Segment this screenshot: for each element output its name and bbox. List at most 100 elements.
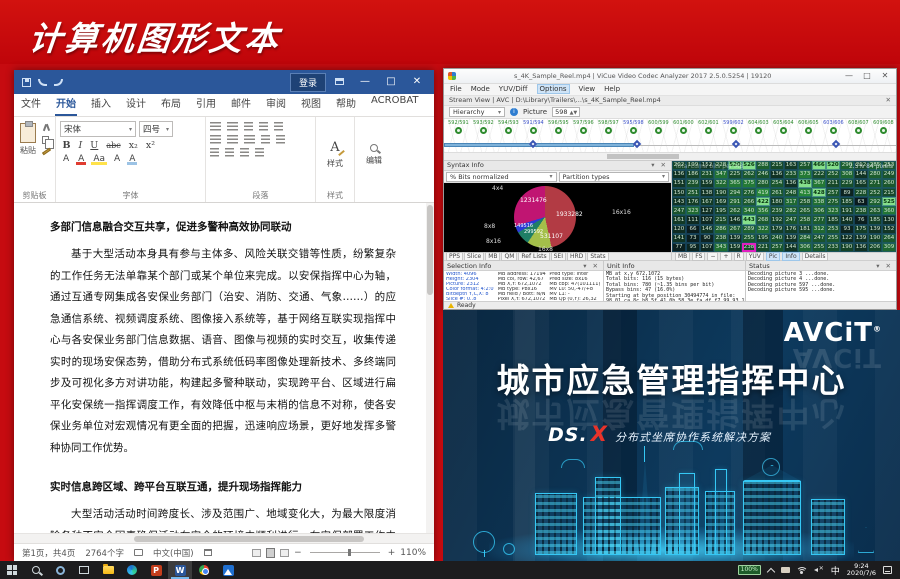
- mb-cell[interactable]: 356: [756, 206, 770, 215]
- multilevel-list-icon[interactable]: [244, 122, 253, 131]
- mb-cell[interactable]: 144: [784, 243, 798, 252]
- mb-cell[interactable]: 267: [728, 225, 742, 234]
- syntax-tab-ref-lists[interactable]: Ref Lists: [518, 252, 549, 261]
- mb-cell[interactable]: 284: [798, 234, 812, 243]
- menu-options[interactable]: Options: [537, 84, 570, 94]
- mb-cell[interactable]: 161: [672, 215, 686, 224]
- tab-ACROBAT[interactable]: ACROBAT: [370, 91, 420, 116]
- mb-cell[interactable]: 248: [784, 188, 798, 197]
- mb-cell[interactable]: 520: [826, 161, 840, 170]
- mb-cell[interactable]: 136: [770, 170, 784, 179]
- syntax-tab-sei[interactable]: SEI: [551, 252, 566, 261]
- timeline-progress[interactable]: [444, 143, 634, 147]
- menu-file[interactable]: File: [450, 85, 462, 93]
- hidden-icons-chevron[interactable]: [767, 567, 775, 575]
- frame-595/598[interactable]: 595/598: [621, 120, 646, 134]
- mb-cell[interactable]: 247: [784, 215, 798, 224]
- mb-cell[interactable]: 240: [770, 234, 784, 243]
- mb-cell[interactable]: 138: [700, 188, 714, 197]
- mb-cell[interactable]: 186: [686, 170, 700, 179]
- mb-cell[interactable]: 419: [756, 188, 770, 197]
- panel-controls[interactable]: ▾ ✕: [651, 161, 668, 169]
- mb-cell[interactable]: 276: [742, 188, 756, 197]
- wifi-icon[interactable]: [797, 567, 807, 574]
- mb-cell[interactable]: 225: [728, 170, 742, 179]
- mb-cell[interactable]: 280: [868, 170, 882, 179]
- focus-icon[interactable]: [204, 549, 212, 556]
- task-view-button[interactable]: [72, 561, 96, 579]
- mb-cell[interactable]: 347: [714, 170, 728, 179]
- chrome-button[interactable]: [192, 561, 216, 579]
- mb-cell[interactable]: 144: [854, 170, 868, 179]
- mb-cell[interactable]: 254: [770, 179, 784, 188]
- mb-cell[interactable]: 338: [812, 197, 826, 206]
- bframe-marker[interactable]: [633, 140, 641, 148]
- frame-605/604[interactable]: 605/604: [771, 120, 796, 134]
- mb-cell[interactable]: 306: [798, 243, 812, 252]
- proofing-icon[interactable]: [134, 549, 143, 556]
- mb-cell[interactable]: 229: [840, 179, 854, 188]
- mb-cell[interactable]: 77: [672, 243, 686, 252]
- increase-indent-icon[interactable]: [274, 122, 283, 131]
- analyzer-close[interactable]: ✕: [878, 71, 892, 80]
- justify-icon[interactable]: [261, 135, 270, 144]
- mb-cell[interactable]: 76: [854, 215, 868, 224]
- format-button-abc[interactable]: abc: [104, 141, 123, 150]
- hierarchy-select[interactable]: Hierarchy▾: [449, 107, 505, 117]
- word-button[interactable]: W: [168, 561, 192, 579]
- menu-help[interactable]: Help: [604, 85, 620, 93]
- bframe-marker[interactable]: [732, 140, 740, 148]
- mb-cell[interactable]: 289: [742, 225, 756, 234]
- mb-cell[interactable]: 308: [840, 170, 854, 179]
- copy-icon[interactable]: [42, 136, 49, 144]
- timeline-scrollbar[interactable]: [444, 153, 896, 161]
- mb-cell[interactable]: 309: [882, 243, 896, 252]
- mb-cell[interactable]: 163: [784, 161, 798, 170]
- mb-cell[interactable]: 140: [840, 215, 854, 224]
- mb-cell[interactable]: 192: [770, 215, 784, 224]
- volume-muted-icon[interactable]: [814, 566, 824, 574]
- mb-cell[interactable]: 253: [826, 225, 840, 234]
- font-style-button-1[interactable]: A: [75, 154, 87, 164]
- frame-596/595[interactable]: 596/595: [546, 120, 571, 134]
- numbering-icon[interactable]: [227, 122, 238, 131]
- frame-608/607[interactable]: 608/607: [846, 120, 871, 134]
- mb-cell[interactable]: 525: [882, 197, 896, 206]
- frame-598/597[interactable]: 598/597: [596, 120, 621, 134]
- battery-indicator[interactable]: 100%: [738, 565, 761, 575]
- mb-cell[interactable]: 111: [686, 215, 700, 224]
- mb-cell[interactable]: 526: [742, 161, 756, 170]
- mb-cell[interactable]: 322: [714, 179, 728, 188]
- mb-cell[interactable]: 175: [854, 225, 868, 234]
- mb-cell[interactable]: 286: [714, 225, 728, 234]
- mb-cell[interactable]: 233: [784, 170, 798, 179]
- edge-button[interactable]: [120, 561, 144, 579]
- mb-cell[interactable]: 292: [868, 197, 882, 206]
- syntax-tab-stats[interactable]: Stats: [587, 252, 608, 261]
- tab-文件[interactable]: 文件: [20, 91, 42, 116]
- mb-cell[interactable]: 264: [882, 234, 896, 243]
- undo-icon[interactable]: [38, 79, 47, 86]
- language-indicator[interactable]: 中文(中国): [153, 547, 194, 559]
- mb-cell[interactable]: 238: [742, 243, 756, 252]
- mb-cell[interactable]: 176: [686, 197, 700, 206]
- mb-cell[interactable]: 195: [756, 234, 770, 243]
- doc-heading-2[interactable]: 实时信息跨区域、跨平台互联互通，提升现场指挥能力: [50, 479, 396, 494]
- frame-600/599[interactable]: 600/599: [646, 120, 671, 134]
- mb-cell[interactable]: 438: [798, 179, 812, 188]
- mb-cell[interactable]: 185: [868, 215, 882, 224]
- decrease-indent-icon[interactable]: [259, 122, 268, 131]
- mb-cell[interactable]: 222: [812, 170, 826, 179]
- tab-邮件[interactable]: 邮件: [230, 91, 252, 116]
- font-style-button-0[interactable]: A: [60, 154, 72, 164]
- mb-cell[interactable]: 238: [714, 234, 728, 243]
- tab-设计[interactable]: 设计: [125, 91, 147, 116]
- mb-cell[interactable]: 167: [700, 197, 714, 206]
- mb-cell[interactable]: 257: [770, 243, 784, 252]
- mb-cell[interactable]: 317: [784, 197, 798, 206]
- mb-cell[interactable]: 95: [686, 243, 700, 252]
- styles-button[interactable]: A 样式: [320, 121, 350, 188]
- mb-cell[interactable]: 271: [868, 179, 882, 188]
- analyzer-minimize[interactable]: —: [842, 71, 856, 80]
- mb-cell[interactable]: 159: [728, 243, 742, 252]
